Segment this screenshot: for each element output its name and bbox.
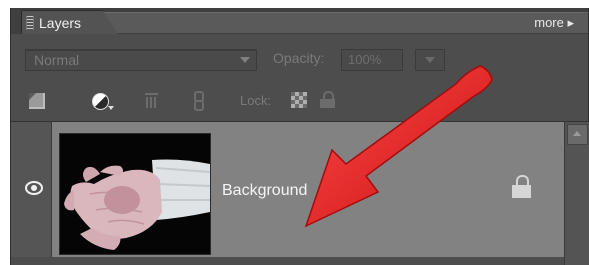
blend-mode-select[interactable]: Normal xyxy=(25,49,257,71)
delete-layer-button[interactable] xyxy=(142,90,162,110)
chevron-down-icon xyxy=(240,57,250,63)
hand-photo-thumbnail xyxy=(60,134,210,254)
layer-row-background[interactable]: Background xyxy=(11,122,564,257)
trash-icon xyxy=(145,93,158,95)
opacity-value: 100% xyxy=(348,52,382,67)
link-icon-lower xyxy=(194,100,204,111)
adjustment-layer-button[interactable] xyxy=(91,90,114,110)
layer-thumbnail[interactable] xyxy=(59,133,211,255)
new-layer-icon-fold xyxy=(29,93,36,100)
empty-layer-area xyxy=(11,257,564,265)
more-menu-button[interactable]: more ▸ xyxy=(534,15,574,31)
lock-all-button[interactable] xyxy=(319,91,337,109)
opacity-dropdown-button[interactable] xyxy=(415,49,445,71)
lock-icon-body xyxy=(320,99,335,108)
layer-name: Background xyxy=(222,182,308,199)
opacity-label: Opacity: xyxy=(273,50,325,66)
header-strip xyxy=(81,12,588,33)
lock-transparency-button[interactable] xyxy=(291,92,307,108)
trash-icon-body xyxy=(146,97,157,108)
tab-layers[interactable]: Layers xyxy=(21,10,118,34)
lock-icon-body xyxy=(512,185,531,198)
opacity-field[interactable]: 100% xyxy=(341,49,403,71)
link-layers-button[interactable] xyxy=(189,90,209,111)
tab-label: Layers xyxy=(39,15,82,31)
screenshot-frame: Layers more ▸ Normal Opacity: 100% Lock:… xyxy=(0,0,589,265)
chevron-down-icon xyxy=(425,57,435,63)
new-layer-button[interactable] xyxy=(27,90,47,110)
blend-mode-value: Normal xyxy=(34,52,80,68)
adjustment-layer-icon xyxy=(92,93,109,110)
layers-panel: Layers more ▸ Normal Opacity: 100% Lock:… xyxy=(10,8,589,265)
submenu-arrow-icon xyxy=(108,106,114,110)
panel-header: Layers more ▸ xyxy=(11,8,588,34)
grip-icon[interactable] xyxy=(26,16,34,30)
layer-lock-indicator xyxy=(511,175,533,199)
visibility-toggle[interactable] xyxy=(11,122,52,257)
vertical-scrollbar[interactable] xyxy=(564,122,589,265)
scroll-up-button[interactable] xyxy=(567,124,588,145)
eye-icon xyxy=(25,181,43,195)
lock-label: Lock: xyxy=(240,93,272,108)
